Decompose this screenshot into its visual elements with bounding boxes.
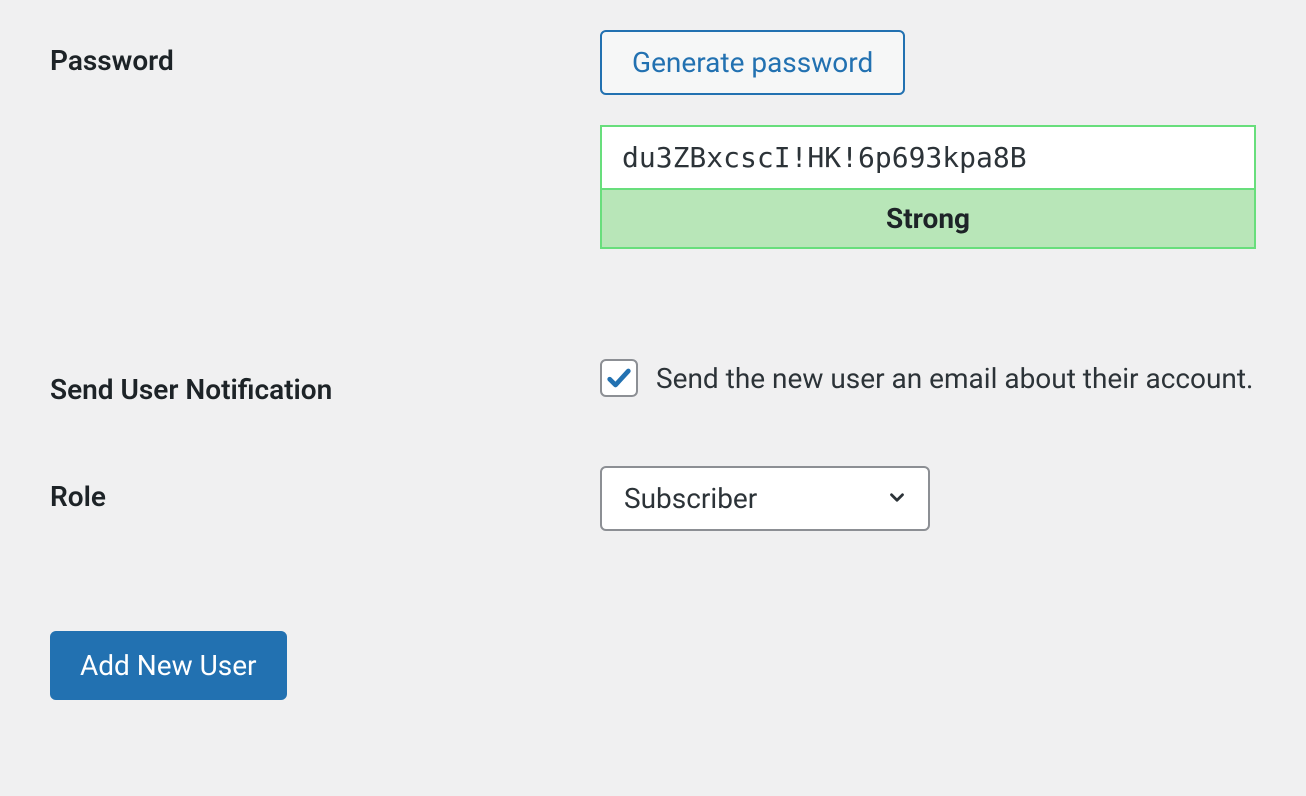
password-row: Password Generate password Strong bbox=[50, 30, 1256, 249]
password-input[interactable] bbox=[600, 125, 1256, 188]
notification-row: Send User Notification Send the new user… bbox=[50, 359, 1256, 406]
password-strength-meter: Strong bbox=[600, 188, 1256, 249]
check-icon bbox=[605, 364, 633, 392]
role-select[interactable]: Subscriber bbox=[600, 466, 930, 531]
notification-description: Send the new user an email about their a… bbox=[656, 362, 1253, 395]
role-label: Role bbox=[50, 466, 600, 513]
role-row: Role Subscriber bbox=[50, 466, 1256, 531]
role-field-col: Subscriber bbox=[600, 466, 1256, 531]
add-new-user-button[interactable]: Add New User bbox=[50, 631, 287, 700]
generate-password-button[interactable]: Generate password bbox=[600, 30, 905, 95]
password-field-col: Generate password Strong bbox=[600, 30, 1256, 249]
notification-checkbox-wrap: Send the new user an email about their a… bbox=[600, 359, 1256, 397]
notification-label: Send User Notification bbox=[50, 359, 600, 406]
role-select-wrap: Subscriber bbox=[600, 466, 930, 531]
password-label: Password bbox=[50, 30, 600, 77]
submit-row: Add New User bbox=[50, 631, 1256, 700]
notification-field-col: Send the new user an email about their a… bbox=[600, 359, 1256, 397]
notification-checkbox[interactable] bbox=[600, 359, 638, 397]
